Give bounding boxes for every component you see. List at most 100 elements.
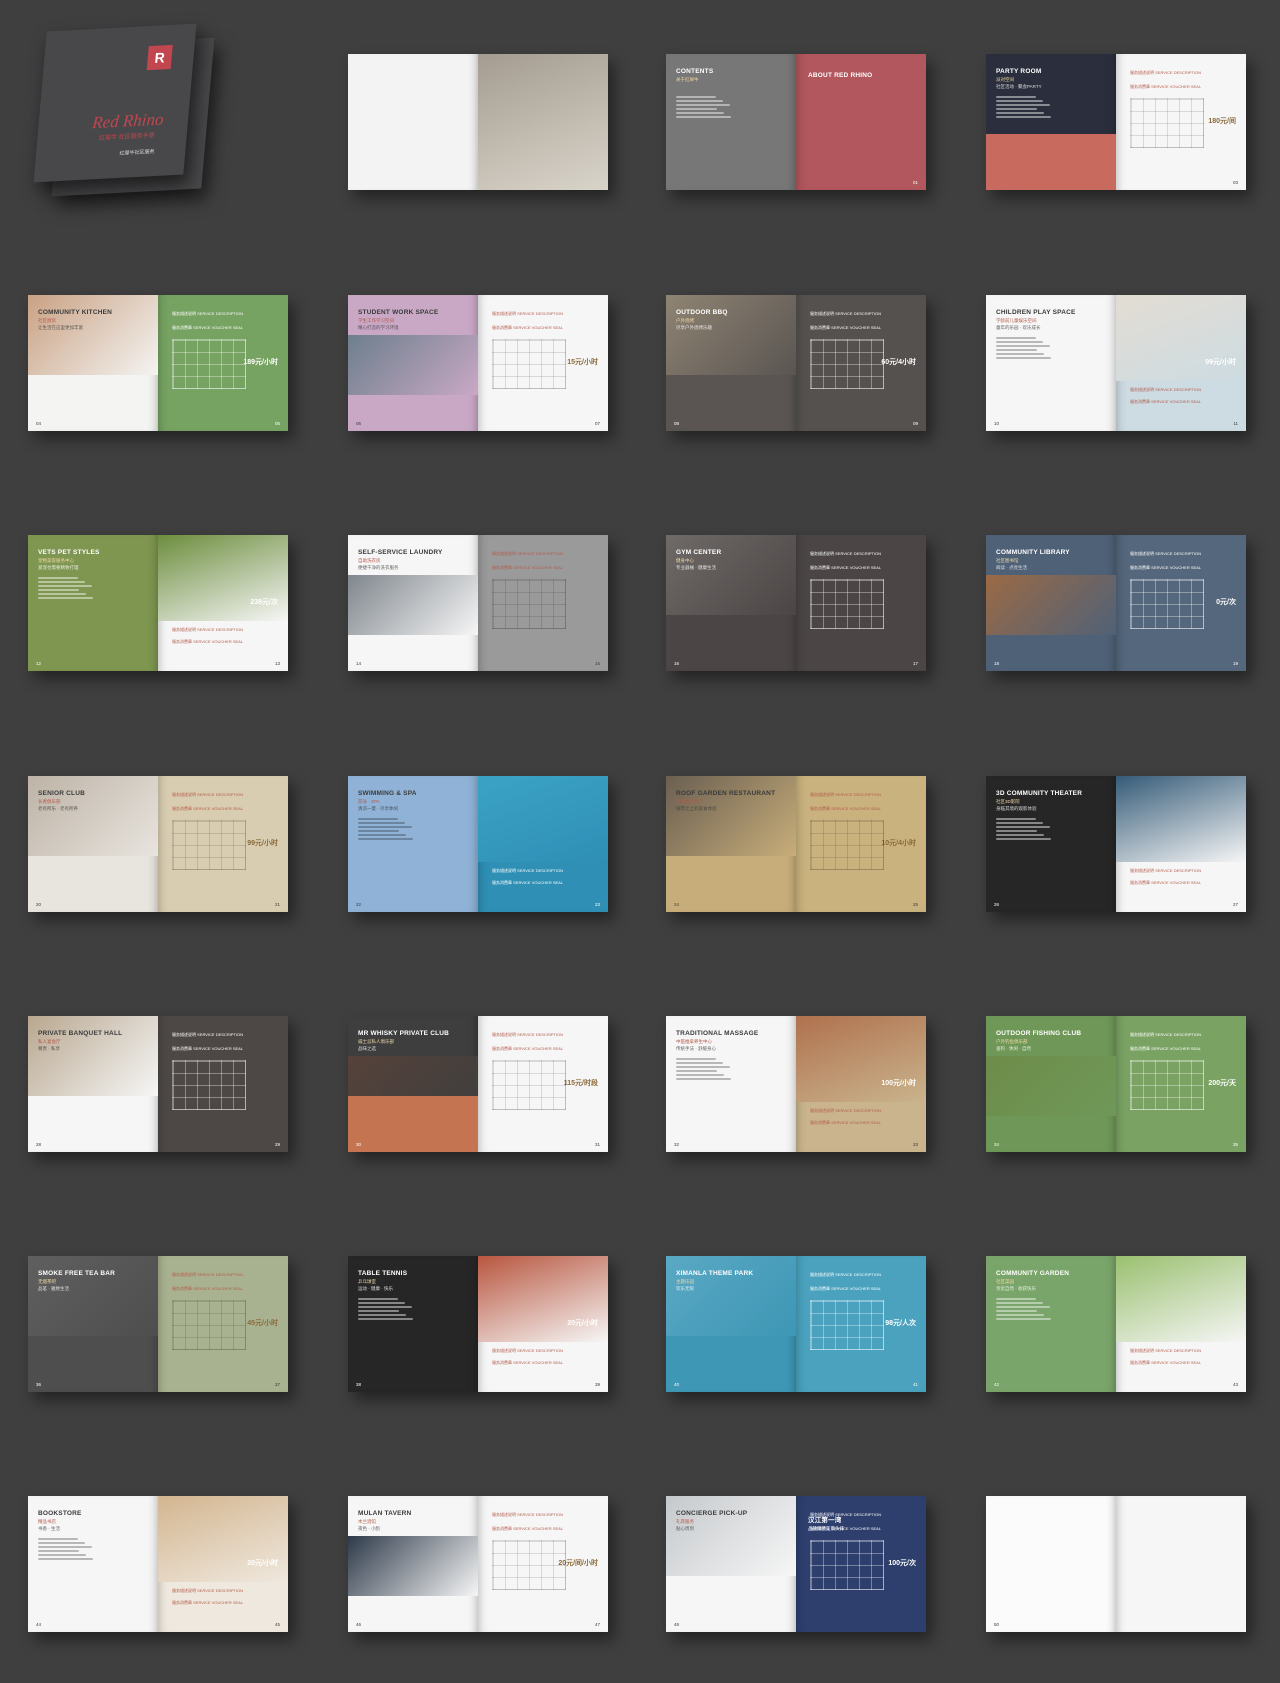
photo <box>478 1256 608 1342</box>
left-page: VETS PET STYLES 宠物美容服务中心 爱宠也需要精致打理 12 <box>28 535 158 671</box>
page-number-left: 26 <box>994 902 1000 907</box>
spread-title: COMMUNITY KITCHEN <box>38 309 113 316</box>
price-tag: 0元/次 <box>1216 599 1236 606</box>
photo <box>28 295 158 375</box>
spread-subtitle: 空中花园餐厅 <box>676 799 703 804</box>
voucher-seal-label: 服务消费章 SERVICE VOUCHER SEAL <box>172 1286 244 1291</box>
spread-subtitle-2: 夜色 · 小酌 <box>358 1526 380 1531</box>
brochure-spread: TABLE TENNIS 乒乓球室 运动 · 健康 · 快乐 38 服务描述说明 SER… <box>348 1256 608 1392</box>
photo <box>1116 776 1246 862</box>
right-page: 服务描述说明 SERVICE DESCRIPTION 服务消费章 SERVICE … <box>1116 535 1246 671</box>
voucher-seal-label: 服务消费章 SERVICE VOUCHER SEAL <box>1130 399 1202 404</box>
spread-title: PARTY ROOM <box>996 68 1042 75</box>
photo <box>666 535 796 615</box>
page-number-left: 24 <box>674 902 680 907</box>
color-panel <box>986 134 1116 190</box>
voucher-seal-label: 服务消费章 SERVICE VOUCHER SEAL <box>172 806 244 811</box>
spread-subtitle: 健身中心 <box>676 558 694 563</box>
page-number-right: 47 <box>594 1622 600 1627</box>
service-description-label: 服务描述说明 SERVICE DESCRIPTION <box>810 1272 882 1277</box>
photo <box>348 335 478 395</box>
service-description-label: 服务描述说明 SERVICE DESCRIPTION <box>810 551 882 556</box>
left-page: SELF-SERVICE LAUNDRY 自助洗衣房 便捷干净的洗衣服务 14 <box>348 535 478 671</box>
right-page: ABOUT RED RHINO 01 <box>796 54 926 190</box>
spread-title: SWIMMING & SPA <box>358 790 417 797</box>
voucher-seal-label: 服务消费章 SERVICE VOUCHER SEAL <box>492 1526 564 1531</box>
spread-subtitle: 主题乐园 <box>676 1279 694 1284</box>
page-number-left: 20 <box>36 902 42 907</box>
body-text-block <box>358 818 418 842</box>
spread-subtitle: 私人宴会厅 <box>38 1039 61 1044</box>
voucher-seal-grid <box>810 579 884 629</box>
brochure-spread: SMOKE FREE TEA BAR 无烟茶吧 品茗 · 雅致生活 36 服务描述说明 … <box>28 1256 288 1392</box>
page-number-left: 44 <box>36 1622 42 1627</box>
page-number-left: 18 <box>994 661 1000 666</box>
right-page: 服务描述说明 SERVICE DESCRIPTION 服务消费章 SERVICE … <box>478 1256 608 1392</box>
voucher-seal-label: 服务消费章 SERVICE VOUCHER SEAL <box>810 325 882 330</box>
photo <box>1116 1256 1246 1342</box>
brochure-spread: ROOF GARDEN RESTAURANT 空中花园餐厅 城市之上的美食体验 24 服… <box>666 776 926 912</box>
photo <box>28 1256 158 1336</box>
photo <box>478 776 608 862</box>
body-text-block <box>996 1298 1056 1322</box>
page-number-left: 30 <box>356 1142 362 1147</box>
left-page: CHILDREN PLAY SPACE 学龄前儿童娱乐空间 童年的乐园 · 欢乐成长… <box>986 295 1116 431</box>
voucher-seal-grid <box>172 1300 246 1350</box>
brochure-spread: CONTENTS 关于红犀牛 ABOUT RED RHINO 01 <box>666 54 926 190</box>
spread-title: CONTENTS <box>676 68 714 75</box>
left-page: TABLE TENNIS 乒乓球室 运动 · 健康 · 快乐 38 <box>348 1256 478 1392</box>
page-number-left: 28 <box>36 1142 42 1147</box>
page-number-left: 06 <box>356 421 362 426</box>
left-page: CONTENTS 关于红犀牛 <box>666 54 796 190</box>
spread-subtitle: 乒乓球室 <box>358 1279 376 1284</box>
left-page: PRIVATE BANQUET HALL 私人宴会厅 尊贵 · 私享 28 <box>28 1016 158 1152</box>
brochure-spread: 50 <box>986 1496 1246 1632</box>
voucher-seal-grid <box>810 1540 884 1590</box>
photo <box>28 776 158 856</box>
price-tag: 180元/间 <box>1208 118 1236 125</box>
right-page: 服务描述说明 SERVICE DESCRIPTION 服务消费章 SERVICE … <box>158 535 288 671</box>
voucher-seal-label: 服务消费章 SERVICE VOUCHER SEAL <box>172 325 244 330</box>
voucher-seal-grid <box>1130 98 1204 148</box>
service-description-label: 服务描述说明 SERVICE DESCRIPTION <box>492 868 564 873</box>
voucher-seal-label: 服务消费章 SERVICE VOUCHER SEAL <box>1130 1046 1202 1051</box>
voucher-seal-label: 服务消费章 SERVICE VOUCHER SEAL <box>492 1046 564 1051</box>
left-page: PARTY ROOM 派对空间 社区活动 · 聚会PARTY <box>986 54 1116 190</box>
spread-title: COMMUNITY LIBRARY <box>996 549 1070 556</box>
spread-subtitle: 威士忌私人俱乐部 <box>358 1039 394 1044</box>
spread-subtitle: 学龄前儿童娱乐空间 <box>996 318 1037 323</box>
left-page: CONCIERGE PICK-UP 礼宾服务 贴心周到 48 <box>666 1496 796 1632</box>
spread-subtitle-2: 社区活动 · 聚会PARTY <box>996 84 1042 89</box>
left-page: STUDENT WORK SPACE 学生工作学习空间 精心打造的学习环境 06 <box>348 295 478 431</box>
spread-title: GYM CENTER <box>676 549 722 556</box>
brochure-spread: COMMUNITY LIBRARY 社区图书馆 阅读 · 点亮生活 18 服务描述说明 … <box>986 535 1246 671</box>
spread-subtitle: 关于红犀牛 <box>676 77 699 82</box>
left-page: COMMUNITY KITCHEN 社区厨房 让生活在这里更加丰富 04 <box>28 295 158 431</box>
spread-title: SMOKE FREE TEA BAR <box>38 1270 116 1277</box>
brochure-spread: CONCIERGE PICK-UP 礼宾服务 贴心周到 48 汉江第一湾 品质精装江景头排… <box>666 1496 926 1632</box>
page-number-right: 17 <box>912 661 918 666</box>
service-description-label: 服务描述说明 SERVICE DESCRIPTION <box>1130 1032 1202 1037</box>
voucher-seal-label: 服务消费章 SERVICE VOUCHER SEAL <box>492 1360 564 1365</box>
left-page: TRADITIONAL MASSAGE 中医推拿养生中心 传统手法 · 舒缓身心 32 <box>666 1016 796 1152</box>
page-number-left: 50 <box>994 1622 1000 1627</box>
page-number-right: 15 <box>594 661 600 666</box>
voucher-seal-label: 服务消费章 SERVICE VOUCHER SEAL <box>810 1526 882 1531</box>
voucher-seal-label: 服务消费章 SERVICE VOUCHER SEAL <box>172 1600 244 1605</box>
right-page: 服务描述说明 SERVICE DESCRIPTION 服务消费章 SERVICE … <box>1116 1016 1246 1152</box>
left-page: ROOF GARDEN RESTAURANT 空中花园餐厅 城市之上的美食体验 24 <box>666 776 796 912</box>
body-text-block <box>996 96 1056 120</box>
spread-subtitle-2: 城市之上的美食体验 <box>676 806 717 811</box>
spread-subtitle: 精品书店 <box>38 1519 56 1524</box>
spread-subtitle-2: 阅读 · 点亮生活 <box>996 565 1027 570</box>
service-description-label: 服务描述说明 SERVICE DESCRIPTION <box>172 627 244 632</box>
brochure-spread: SELF-SERVICE LAUNDRY 自助洗衣房 便捷干净的洗衣服务 14 服务描述… <box>348 535 608 671</box>
price-tag: 100元/次 <box>888 1560 916 1567</box>
page-number-left: 22 <box>356 902 362 907</box>
page-number-left: 48 <box>674 1622 680 1627</box>
spread-subtitle: 宠物美容服务中心 <box>38 558 74 563</box>
left-page: XIMANLA THEME PARK 主题乐园 欢乐无限 40 <box>666 1256 796 1392</box>
spread-title: 3D COMMUNITY THEATER <box>996 790 1083 797</box>
body-text-block <box>676 1058 736 1082</box>
service-description-label: 服务描述说明 SERVICE DESCRIPTION <box>492 1512 564 1517</box>
